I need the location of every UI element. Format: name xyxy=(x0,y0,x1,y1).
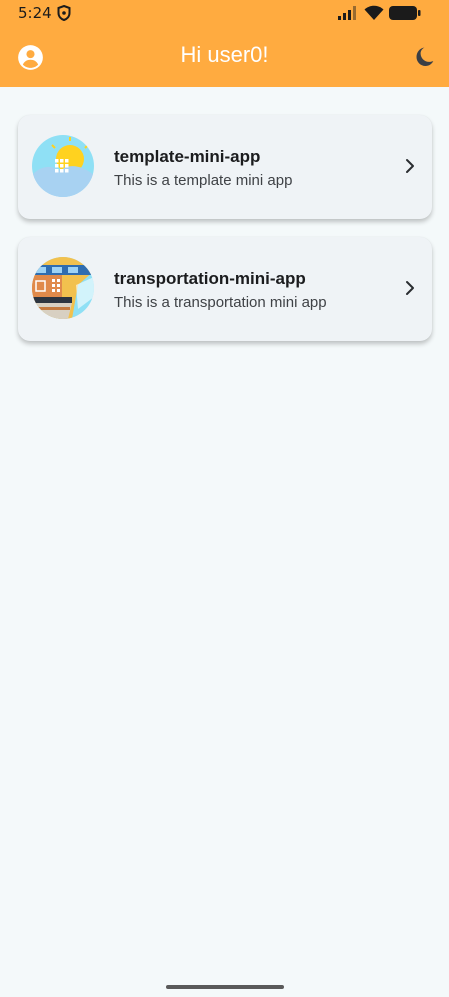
app-bar: 5:24 Hi user0! xyxy=(0,0,449,87)
template-app-thumbnail-icon xyxy=(32,135,94,197)
mini-app-name: template-mini-app xyxy=(114,147,261,166)
transportation-app-thumbnail-icon xyxy=(32,257,94,319)
page-title: Hi user0! xyxy=(180,42,269,67)
home-indicator[interactable] xyxy=(166,985,284,989)
status-bar: 5:24 xyxy=(0,0,449,28)
mini-app-description: This is a template mini app xyxy=(114,172,293,189)
mini-app-name: transportation-mini-app xyxy=(114,269,306,288)
mini-app-card-template[interactable]: template-mini-app This is a template min… xyxy=(18,115,432,219)
mini-app-description: This is a transportation mini app xyxy=(114,294,327,311)
dark-mode-moon-icon[interactable] xyxy=(412,45,436,69)
battery-icon xyxy=(389,6,421,20)
wifi-icon xyxy=(364,5,384,20)
cellular-signal-icon xyxy=(338,6,356,20)
chevron-right-icon xyxy=(406,159,414,173)
mini-app-card-transportation[interactable]: transportation-mini-app This is a transp… xyxy=(18,237,432,341)
shield-icon xyxy=(57,5,71,21)
chevron-right-icon xyxy=(406,281,414,295)
status-time: 5:24 xyxy=(18,4,52,22)
